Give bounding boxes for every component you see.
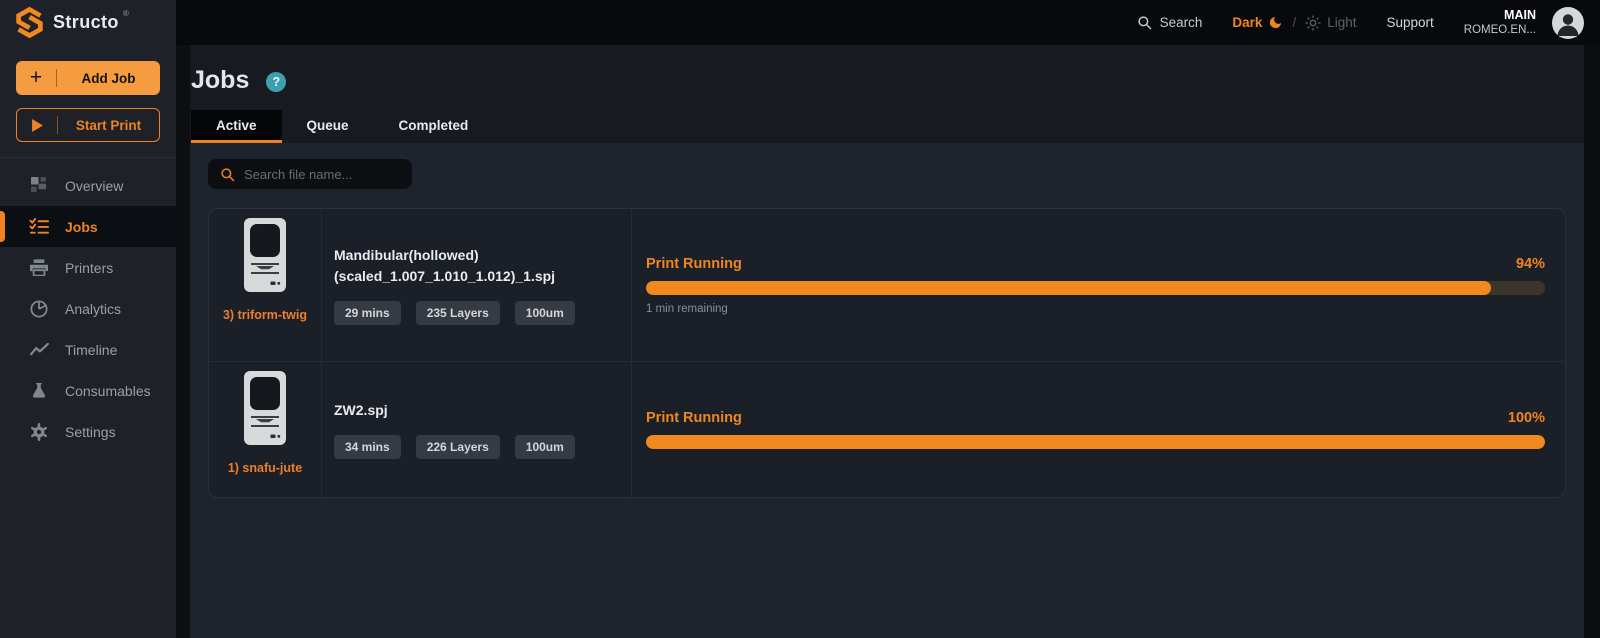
sidebar-gutter bbox=[176, 45, 190, 638]
sidebar-item-printers[interactable]: Printers bbox=[0, 247, 176, 288]
sidebar: + Add Job Start Print Overview Jobs Prin… bbox=[0, 45, 176, 638]
moon-icon bbox=[1268, 15, 1283, 30]
theme-toggle[interactable]: Dark / Light bbox=[1232, 15, 1356, 31]
job-row[interactable]: 1) snafu-jute ZW2.spj 34 mins 226 Layers… bbox=[209, 361, 1565, 497]
topbar-search-label: Search bbox=[1160, 15, 1203, 30]
progress-column: Print Running 100% bbox=[631, 362, 1565, 497]
layers-badge: 226 Layers bbox=[416, 435, 500, 459]
tab-content-panel: 3) triform-twig Mandibular(hollowed) (sc… bbox=[190, 143, 1584, 638]
job-badges: 34 mins 226 Layers 100um bbox=[334, 435, 615, 459]
checklist-icon bbox=[29, 218, 49, 235]
brand-logo: Structo ® bbox=[0, 0, 176, 45]
sidebar-item-jobs[interactable]: Jobs bbox=[0, 206, 176, 247]
start-print-label: Start Print bbox=[58, 118, 159, 133]
page-title: Jobs bbox=[191, 66, 249, 95]
theme-dark-label: Dark bbox=[1232, 15, 1262, 30]
file-name: Mandibular(hollowed) (scaled_1.007_1.010… bbox=[334, 245, 615, 286]
printer-icon bbox=[29, 259, 49, 276]
file-search-input[interactable] bbox=[244, 167, 400, 182]
line-chart-icon bbox=[29, 343, 49, 356]
duration-badge: 29 mins bbox=[334, 301, 401, 325]
add-job-label: Add Job bbox=[57, 71, 160, 86]
status-row: Print Running 94% bbox=[646, 256, 1545, 272]
printer-column: 3) triform-twig bbox=[209, 209, 321, 361]
pie-chart-icon bbox=[29, 300, 49, 318]
tab-completed[interactable]: Completed bbox=[374, 110, 494, 143]
file-search-box bbox=[208, 159, 412, 189]
search-icon bbox=[220, 167, 235, 182]
user-avatar-icon[interactable] bbox=[1552, 7, 1584, 39]
dashboard-icon bbox=[29, 177, 49, 194]
theme-separator: / bbox=[1292, 15, 1296, 30]
flask-icon bbox=[29, 382, 49, 399]
progress-percent: 94% bbox=[1516, 256, 1545, 272]
duration-badge: 34 mins bbox=[334, 435, 401, 459]
progress-fill bbox=[646, 281, 1491, 295]
job-status: Print Running bbox=[646, 410, 742, 426]
account-username: ROMEO.EN... bbox=[1464, 23, 1536, 38]
file-column: ZW2.spj 34 mins 226 Layers 100um bbox=[321, 362, 631, 497]
theme-light-label: Light bbox=[1327, 15, 1356, 30]
plus-icon: + bbox=[16, 69, 56, 88]
tab-queue[interactable]: Queue bbox=[282, 110, 374, 143]
job-row[interactable]: 3) triform-twig Mandibular(hollowed) (sc… bbox=[209, 209, 1565, 361]
sidebar-item-analytics[interactable]: Analytics bbox=[0, 288, 176, 329]
jobs-list-card: 3) triform-twig Mandibular(hollowed) (sc… bbox=[208, 208, 1566, 498]
right-gutter bbox=[1584, 45, 1600, 638]
top-bar: Structo ® Search Dark / Light Support MA… bbox=[0, 0, 1600, 45]
sun-icon bbox=[1305, 15, 1321, 31]
sidebar-item-label: Timeline bbox=[65, 342, 117, 358]
support-link[interactable]: Support bbox=[1387, 15, 1434, 30]
topbar-actions: Search Dark / Light Support MAIN ROMEO.E… bbox=[176, 0, 1600, 45]
file-column: Mandibular(hollowed) (scaled_1.007_1.010… bbox=[321, 209, 631, 361]
printer-name[interactable]: 1) snafu-jute bbox=[221, 461, 309, 476]
structo-hexagon-icon bbox=[15, 6, 44, 39]
layers-badge: 235 Layers bbox=[416, 301, 500, 325]
sidebar-item-label: Printers bbox=[65, 260, 113, 276]
brand-name: Structo bbox=[53, 12, 119, 33]
job-badges: 29 mins 235 Layers 100um bbox=[334, 301, 615, 325]
progress-bar bbox=[646, 435, 1545, 449]
progress-fill bbox=[646, 435, 1545, 449]
sidebar-item-label: Jobs bbox=[65, 219, 98, 235]
add-job-button[interactable]: + Add Job bbox=[16, 61, 160, 95]
progress-percent: 100% bbox=[1508, 410, 1545, 426]
account-info[interactable]: MAIN ROMEO.EN... bbox=[1464, 7, 1536, 38]
printer-thumbnail-icon bbox=[244, 218, 286, 297]
help-icon[interactable]: ? bbox=[266, 72, 286, 92]
printer-thumbnail-icon bbox=[244, 371, 286, 450]
resolution-badge: 100um bbox=[515, 435, 575, 459]
printer-column: 1) snafu-jute bbox=[209, 362, 321, 497]
gear-icon bbox=[29, 423, 49, 441]
sidebar-item-settings[interactable]: Settings bbox=[0, 411, 176, 452]
sidebar-item-label: Analytics bbox=[65, 301, 121, 317]
search-icon bbox=[1137, 15, 1152, 30]
sidebar-item-label: Overview bbox=[65, 178, 123, 194]
registered-mark: ® bbox=[123, 9, 129, 18]
sidebar-divider bbox=[0, 157, 176, 158]
page-header: Jobs ? bbox=[190, 45, 1584, 95]
printer-name[interactable]: 3) triform-twig bbox=[221, 308, 309, 323]
status-row: Print Running 100% bbox=[646, 410, 1545, 426]
sidebar-item-label: Consumables bbox=[65, 383, 151, 399]
sidebar-item-timeline[interactable]: Timeline bbox=[0, 329, 176, 370]
sidebar-item-consumables[interactable]: Consumables bbox=[0, 370, 176, 411]
topbar-search-button[interactable]: Search bbox=[1137, 15, 1203, 30]
job-status: Print Running bbox=[646, 256, 742, 272]
progress-bar bbox=[646, 281, 1545, 295]
file-name: ZW2.spj bbox=[334, 400, 615, 420]
tab-bar: Active Queue Completed bbox=[190, 110, 1584, 143]
play-icon bbox=[17, 119, 57, 132]
sidebar-item-overview[interactable]: Overview bbox=[0, 165, 176, 206]
start-print-button[interactable]: Start Print bbox=[16, 108, 160, 142]
progress-column: Print Running 94% 1 min remaining bbox=[631, 209, 1565, 361]
sidebar-item-label: Settings bbox=[65, 424, 116, 440]
main-content: Jobs ? Active Queue Completed 3) triform… bbox=[190, 45, 1584, 638]
account-org: MAIN bbox=[1464, 7, 1536, 23]
resolution-badge: 100um bbox=[515, 301, 575, 325]
tab-active[interactable]: Active bbox=[191, 110, 282, 143]
time-remaining: 1 min remaining bbox=[646, 303, 1545, 315]
